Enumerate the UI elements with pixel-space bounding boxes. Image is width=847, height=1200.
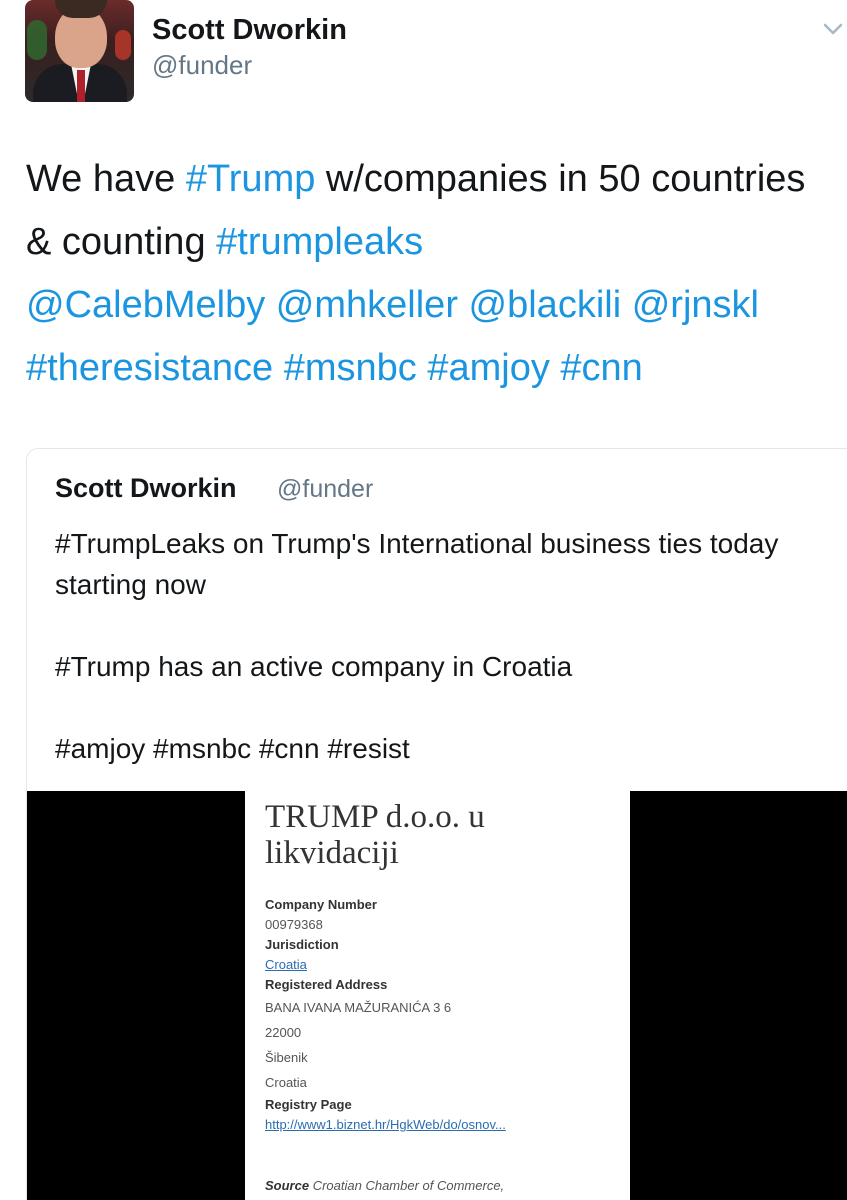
chevron-down-icon[interactable] <box>823 22 843 36</box>
quoted-tweet-image[interactable]: TRUMP d.o.o. u likvidaciji Company Numbe… <box>27 791 847 1200</box>
author-handle[interactable]: @funder <box>152 50 252 81</box>
registry-company-title: TRUMP d.o.o. u likvidaciji <box>265 799 485 871</box>
hashtag-link[interactable]: #amjoy <box>427 347 550 389</box>
address-line: Šibenik <box>265 1050 308 1065</box>
mention-link[interactable]: @CalebMelby <box>26 284 265 326</box>
address-line: 22000 <box>265 1025 302 1040</box>
author-name[interactable]: Scott Dworkin <box>152 14 347 47</box>
hashtag-link[interactable]: #cnn <box>560 347 642 389</box>
quoted-tweet-card[interactable]: Scott Dworkin @funder #TrumpLeaks on Tru… <box>26 448 847 1200</box>
quoted-author-handle: @funder <box>277 475 374 503</box>
jurisdiction-value: Croatia <box>265 957 307 972</box>
avatar-background-decoration <box>27 20 47 60</box>
registry-source: Source Croatian Chamber of Commerce, <box>265 1178 504 1193</box>
source-label: Source <box>265 1178 310 1193</box>
company-number-label: Company Number <box>265 897 377 912</box>
avatar-tie <box>77 70 85 102</box>
mention-link[interactable]: @rjnskl <box>632 284 759 326</box>
avatar[interactable] <box>25 0 134 102</box>
tweet-text-segment: We have <box>26 158 186 200</box>
quoted-author-name: Scott Dworkin <box>55 473 237 503</box>
quoted-tweet-text: #TrumpLeaks on Trump's International bus… <box>55 528 779 764</box>
tweet-text: We have #Trump w/companies in 50 countri… <box>26 148 836 400</box>
company-number-value: 00979368 <box>265 917 323 932</box>
address-line: BANA IVANA MAŽURANIĆA 3 6 <box>265 1000 452 1015</box>
address-line: Croatia <box>265 1075 307 1090</box>
hashtag-link[interactable]: #Trump <box>186 158 316 200</box>
hashtag-link[interactable]: #msnbc <box>284 347 417 389</box>
registry-page-url: http://www1.biznet.hr/HgkWeb/do/osnov... <box>265 1117 506 1132</box>
registered-address-label: Registered Address <box>265 977 388 992</box>
company-registry-screenshot: TRUMP d.o.o. u likvidaciji Company Numbe… <box>245 791 630 1200</box>
avatar-background-decoration <box>115 30 131 60</box>
source-text: Croatian Chamber of Commerce, <box>312 1178 505 1193</box>
mention-link[interactable]: @blackili <box>469 284 622 326</box>
hashtag-link[interactable]: #theresistance <box>26 347 273 389</box>
mention-link[interactable]: @mhkeller <box>276 284 458 326</box>
registry-page-label: Registry Page <box>265 1097 352 1112</box>
registry-fields: Company Number 00979368 Jurisdiction Cro… <box>265 895 625 1135</box>
jurisdiction-label: Jurisdiction <box>265 937 339 952</box>
hashtag-link[interactable]: #trumpleaks <box>216 221 423 263</box>
